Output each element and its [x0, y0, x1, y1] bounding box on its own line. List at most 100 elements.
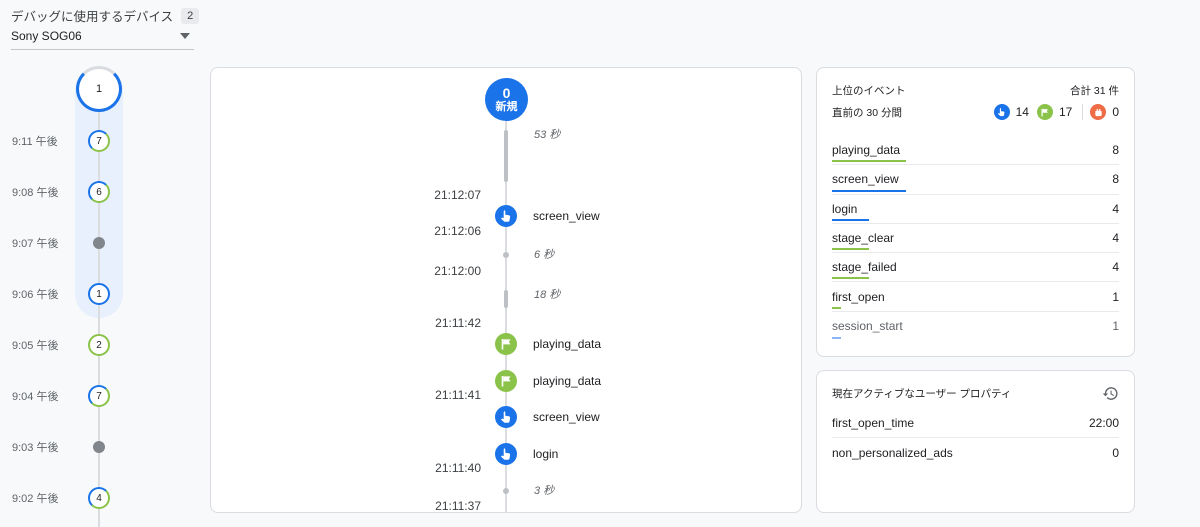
- event-item[interactable]: playing_data: [495, 333, 601, 355]
- current-minute-count: 1: [95, 83, 103, 95]
- top-events-header: 上位のイベント 合計 31 件: [832, 83, 1119, 98]
- event-name: screen_view: [533, 410, 600, 424]
- gap-dot: [503, 488, 509, 494]
- minute-time: 9:05 午後: [12, 340, 59, 352]
- top-event-row[interactable]: screen_view 8: [832, 165, 1119, 195]
- top-event-bar: [832, 160, 906, 163]
- event-name: playing_data: [533, 337, 602, 351]
- event-type-counts: 14 17 0: [993, 104, 1119, 120]
- touch-event-count: 14: [1015, 105, 1029, 119]
- top-event-name: first_open: [832, 289, 885, 304]
- timestamp: 21:12:06: [434, 224, 481, 238]
- event-name: login: [533, 447, 559, 461]
- user-properties-panel: 現在アクティブなユーザー プロパティ first_open_time 22:00…: [816, 370, 1135, 513]
- top-events-title: 上位のイベント: [832, 85, 906, 97]
- minute-count-node: 6: [88, 181, 110, 203]
- top-event-bar: [832, 306, 841, 309]
- minute-rail: [98, 100, 100, 527]
- timestamp: 21:11:42: [435, 316, 481, 330]
- minute-count-node: 7: [88, 130, 110, 152]
- minute-row[interactable]: 9:06 午後 1: [0, 282, 130, 306]
- counts-divider: [1082, 104, 1084, 120]
- event-item[interactable]: screen_view: [495, 205, 600, 227]
- top-event-name: screen_view: [832, 172, 899, 187]
- event-item[interactable]: playing_data: [495, 370, 601, 392]
- user-property-value: 0: [1112, 445, 1119, 460]
- minute-count-node: 7: [88, 385, 110, 407]
- minute-row[interactable]: 9:03 午後: [0, 435, 130, 459]
- user-property-name: first_open_time: [832, 416, 915, 430]
- user-properties-title: 現在アクティブなユーザー プロパティ: [832, 388, 1012, 400]
- top-events-summary: 直前の 30 分間 14 17 0: [832, 104, 1119, 120]
- minute-row[interactable]: 9:08 午後 6: [0, 180, 130, 204]
- flag-icon: [495, 370, 517, 392]
- minute-empty-dot: [93, 237, 105, 249]
- top-event-name: playing_data: [832, 143, 901, 158]
- top-event-row[interactable]: login 4: [832, 195, 1119, 224]
- touch-icon: [495, 443, 517, 465]
- top-event-row[interactable]: playing_data 8: [832, 136, 1119, 166]
- top-event-value: 4: [1112, 201, 1119, 216]
- new-events-badge[interactable]: 0 新規: [485, 78, 528, 121]
- minute-count-node: 1: [88, 283, 110, 305]
- touch-icon: [495, 406, 517, 428]
- top-event-name: stage_clear: [832, 231, 895, 246]
- current-minute-node[interactable]: 1: [76, 66, 122, 112]
- timestamp: 21:11:40: [435, 461, 481, 475]
- device-label: デバッグに使用するデバイス 2: [11, 6, 200, 25]
- gap-duration: 6 秒: [534, 249, 555, 261]
- top-event-bar: [832, 337, 841, 340]
- top-event-bar: [832, 277, 869, 280]
- user-properties-header: 現在アクティブなユーザー プロパティ: [832, 385, 1119, 402]
- minute-row[interactable]: 9:05 午後 2: [0, 333, 130, 357]
- top-event-row[interactable]: session_start 1: [832, 312, 1119, 341]
- touch-icon: [495, 205, 517, 227]
- device-label-text: デバッグに使用するデバイス: [11, 10, 174, 24]
- top-events-total: 合計 31 件: [1069, 85, 1119, 97]
- minute-time: 9:02 午後: [12, 493, 59, 505]
- user-property-name: non_personalized_ads: [832, 445, 953, 460]
- timestamp: 21:11:41: [435, 388, 481, 402]
- minute-time: 9:04 午後: [12, 391, 59, 403]
- top-event-name: login: [832, 201, 858, 216]
- minute-count-node: 4: [88, 487, 110, 509]
- flag-icon: [1036, 104, 1053, 120]
- minute-row[interactable]: 9:11 午後 7: [0, 129, 130, 153]
- flag-icon: [495, 333, 517, 355]
- minute-count-node: 2: [88, 334, 110, 356]
- minute-row[interactable]: 9:02 午後 4: [0, 486, 130, 510]
- top-event-value: 4: [1112, 260, 1119, 275]
- new-events-label: 新規: [495, 101, 518, 113]
- top-event-row[interactable]: stage_clear 4: [832, 224, 1119, 254]
- flag-event-count: 17: [1058, 105, 1073, 119]
- gap-bar: [504, 130, 508, 182]
- history-icon[interactable]: [1102, 385, 1119, 402]
- top-events-period: 直前の 30 分間: [832, 106, 903, 119]
- gap-duration: 53 秒: [534, 129, 561, 141]
- event-item[interactable]: login: [495, 443, 558, 465]
- top-event-bar: [832, 189, 906, 192]
- error-icon: [1090, 104, 1107, 120]
- event-name: screen_view: [533, 209, 600, 223]
- new-events-count: 0: [502, 85, 511, 101]
- device-dropdown-value: Sony SOG06: [11, 28, 82, 43]
- top-events-panel: 上位のイベント 合計 31 件 直前の 30 分間 14 17 0 playin…: [816, 67, 1135, 357]
- top-event-row[interactable]: first_open 1: [832, 282, 1119, 312]
- gap-duration: 18 秒: [534, 289, 561, 301]
- minute-time: 9:06 午後: [12, 289, 59, 301]
- event-item[interactable]: screen_view: [495, 406, 600, 428]
- top-event-row[interactable]: stage_failed 4: [832, 253, 1119, 283]
- event-stream-panel: 0 新規 53 秒 21:12:07 screen_view 21:12:06 …: [210, 67, 802, 513]
- minute-row[interactable]: 9:07 午後: [0, 231, 130, 255]
- touch-icon: [993, 104, 1010, 120]
- minute-time: 9:07 午後: [12, 238, 59, 250]
- minute-row[interactable]: 9:04 午後 7: [0, 384, 130, 408]
- user-property-row[interactable]: non_personalized_ads 0: [832, 438, 1119, 467]
- device-dropdown[interactable]: Sony SOG06: [11, 28, 194, 50]
- top-event-bar: [832, 218, 869, 221]
- timestamp: 21:12:07: [434, 188, 481, 202]
- user-property-row[interactable]: first_open_time 22:00: [832, 409, 1119, 438]
- top-events-list: playing_data 8 screen_view 8 login 4 sta…: [832, 136, 1119, 341]
- top-event-value: 1: [1112, 289, 1119, 304]
- gap-dot: [503, 252, 509, 258]
